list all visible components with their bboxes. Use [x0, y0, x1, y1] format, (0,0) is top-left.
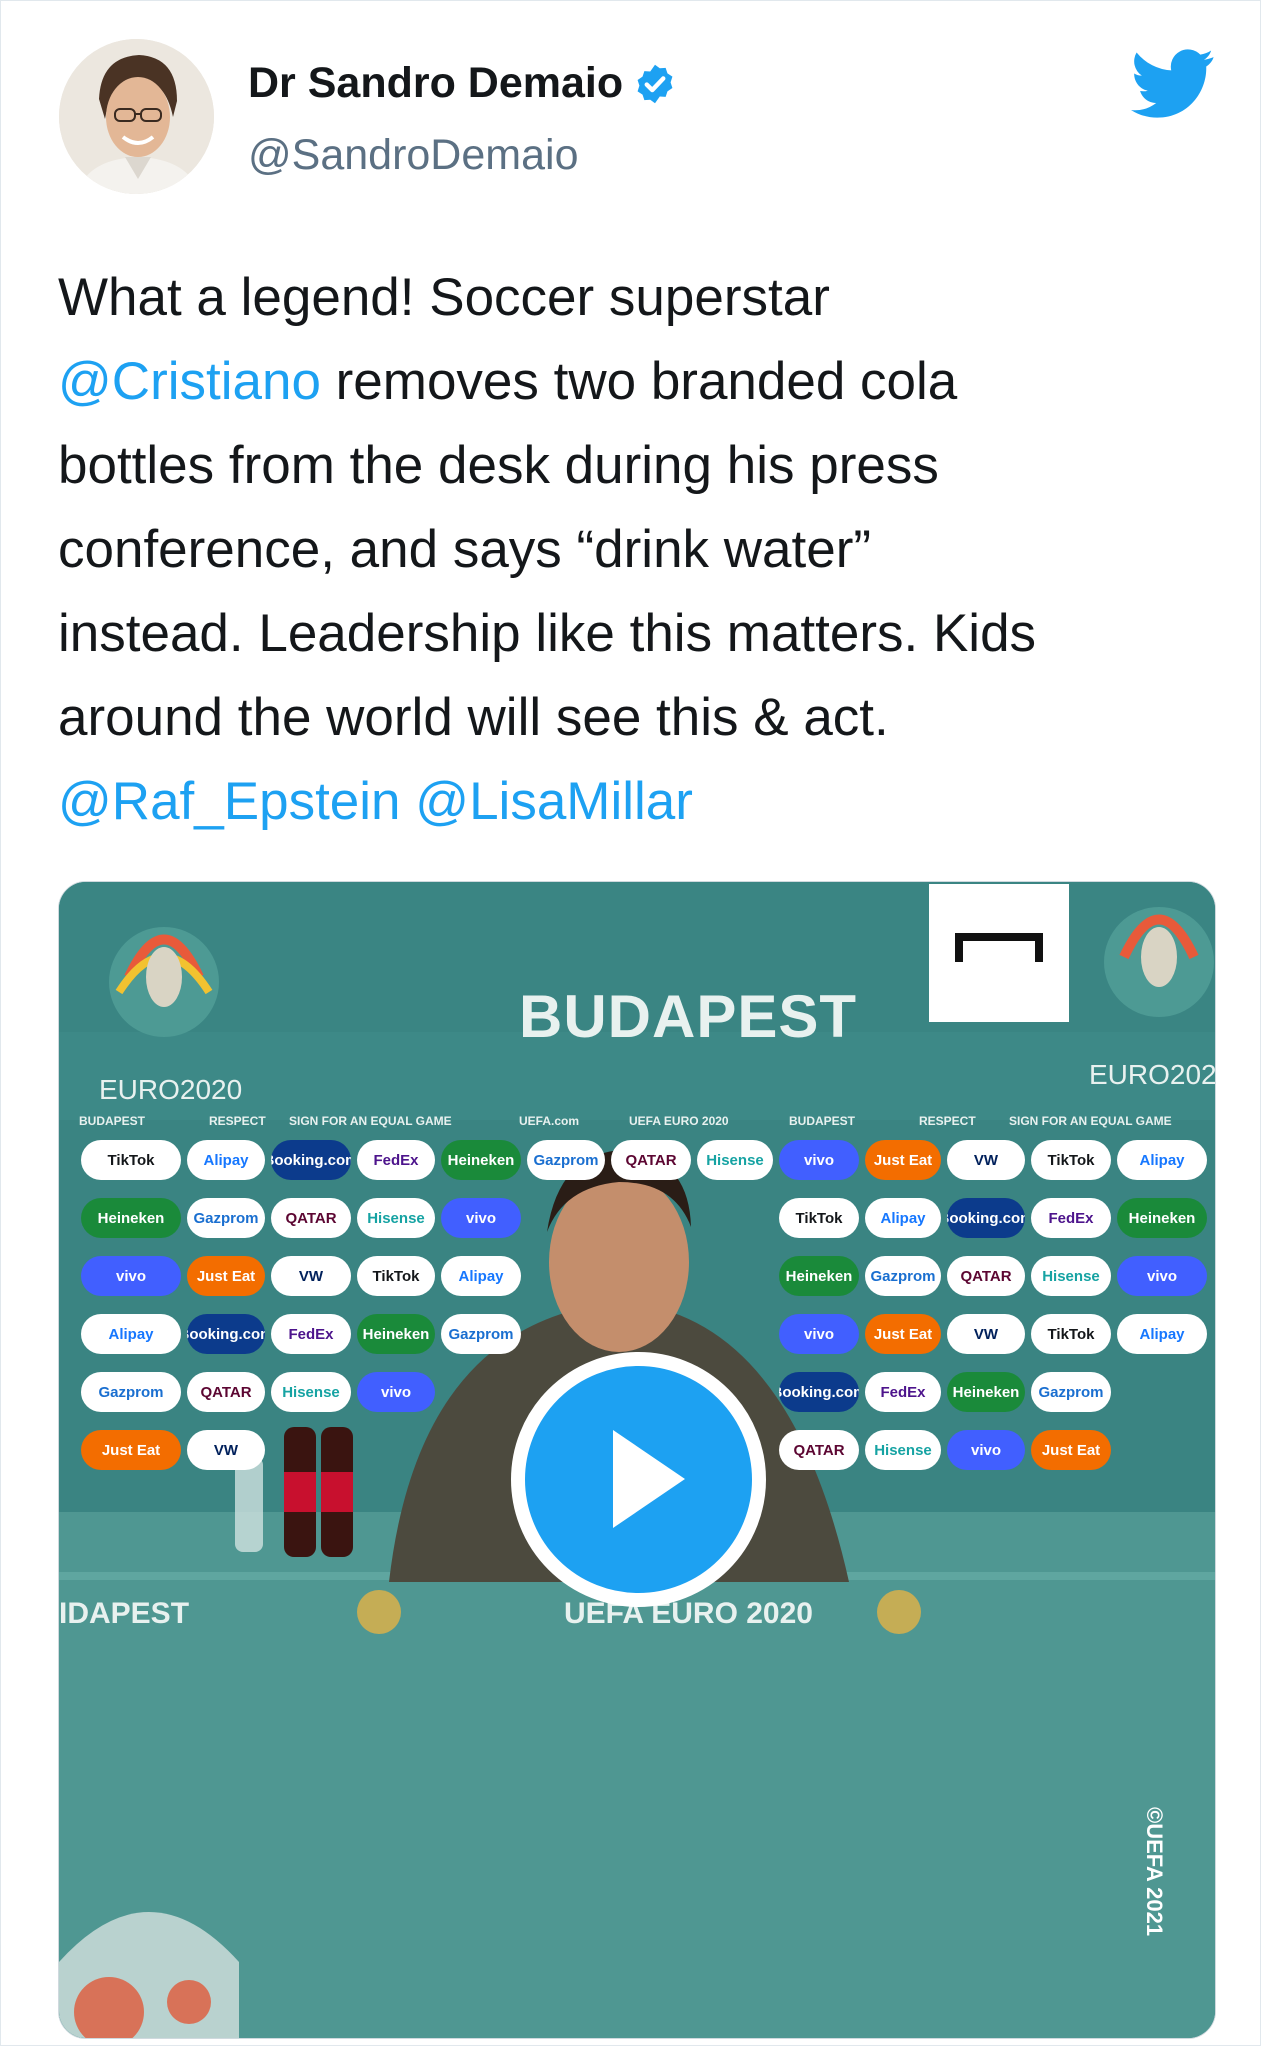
tweet-line-text: removes two branded cola	[320, 352, 958, 411]
sponsor-chip: vivo	[1117, 1256, 1207, 1296]
sponsor-chip: FedEx	[865, 1372, 941, 1412]
sponsor-chip: Hisense	[271, 1372, 351, 1412]
sponsor-chip: Gazprom	[187, 1198, 265, 1238]
sponsor-chip: Gazprom	[865, 1256, 941, 1296]
tweet-line: @Cristiano removes two branded cola	[58, 340, 1218, 424]
video-copyright: ©UEFA 2021	[1142, 1807, 1167, 1937]
sponsor-chip: QATAR	[187, 1372, 265, 1412]
tweet-line: conference, and says “drink water”	[58, 520, 872, 579]
sponsor-chip: QATAR	[611, 1140, 691, 1180]
mention-raf-epstein[interactable]: @Raf_Epstein	[58, 772, 401, 831]
sponsor-chip: Heineken	[947, 1372, 1025, 1412]
sponsor-chip: Alipay	[1117, 1140, 1207, 1180]
sponsor-chip: Gazprom	[81, 1372, 181, 1412]
sponsor-chip: Booking.com	[779, 1372, 859, 1412]
sponsor-chip: Booking.com	[271, 1140, 351, 1180]
video-player[interactable]: BUDAPEST EURO2020 EURO202 BUDAPEST RESPE…	[58, 881, 1216, 2039]
sponsor-chip: Alipay	[865, 1198, 941, 1238]
tweet-line: bottles from the desk during his press	[58, 436, 939, 495]
tweet-line: What a legend! Soccer superstar	[58, 268, 830, 327]
mention-lisa-millar[interactable]: @LisaMillar	[415, 772, 693, 831]
sponsor-chip: Hisense	[697, 1140, 773, 1180]
play-button[interactable]	[511, 1352, 766, 1607]
sponsor-chip: Heineken	[779, 1256, 859, 1296]
sponsor-chip: TikTok	[1031, 1140, 1111, 1180]
sponsor-chip: VW	[271, 1256, 351, 1296]
sponsor-chip: QATAR	[779, 1430, 859, 1470]
tweet-card: Dr Sandro Demaio @SandroDemaio What a le…	[0, 0, 1261, 2046]
sponsor-chip: TikTok	[357, 1256, 435, 1296]
sponsor-chip: Hisense	[357, 1198, 435, 1238]
sponsor-chip: FedEx	[1031, 1198, 1111, 1238]
strip-label: UEFA.com	[519, 1114, 580, 1128]
sponsor-chip: Gazprom	[527, 1140, 605, 1180]
video-euro-right: EURO202	[1089, 1059, 1216, 1090]
trophy-desk-right-icon	[877, 1590, 921, 1634]
mention-cristiano[interactable]: @Cristiano	[58, 352, 321, 411]
sponsor-chip: TikTok	[1031, 1314, 1111, 1354]
twitter-bird-icon[interactable]	[1131, 41, 1215, 125]
strip-label: SIGN FOR AN EQUAL GAME	[289, 1114, 452, 1128]
sponsor-chip: vivo	[441, 1198, 521, 1238]
strip-label: RESPECT	[919, 1114, 976, 1128]
author-name[interactable]: Dr Sandro Demaio	[248, 59, 677, 108]
sponsor-chip: FedEx	[271, 1314, 351, 1354]
trophy-right-icon	[1104, 907, 1214, 1017]
sponsor-chip: TikTok	[779, 1198, 859, 1238]
sponsor-chip: Just Eat	[81, 1430, 181, 1470]
sponsor-chip: Heineken	[357, 1314, 435, 1354]
sponsor-chip: Heineken	[81, 1198, 181, 1238]
trophy-desk-left-icon	[357, 1590, 401, 1634]
sponsor-chip: Just Eat	[187, 1256, 265, 1296]
video-city-label: BUDAPEST	[519, 983, 858, 1050]
sponsor-chip: vivo	[357, 1372, 435, 1412]
sponsor-chip: Booking.com	[947, 1198, 1025, 1238]
sponsor-chip: Just Eat	[865, 1140, 941, 1180]
tweet-line: instead. Leadership like this matters. K…	[58, 604, 1037, 663]
sponsor-chip: Heineken	[1117, 1198, 1207, 1238]
sponsor-chip: vivo	[947, 1430, 1025, 1470]
sponsor-chip: Just Eat	[865, 1314, 941, 1354]
desk-left-label: IDAPEST	[59, 1597, 190, 1630]
sponsor-chip: vivo	[779, 1140, 859, 1180]
author-handle[interactable]: @SandroDemaio	[248, 131, 578, 180]
sponsor-chip: Hisense	[865, 1430, 941, 1470]
sponsor-chip: FedEx	[357, 1140, 435, 1180]
sponsor-chip: Booking.com	[187, 1314, 265, 1354]
sponsor-chip: VW	[187, 1430, 265, 1470]
strip-label: SIGN FOR AN EQUAL GAME	[1009, 1114, 1172, 1128]
sponsor-chip: Just Eat	[1031, 1430, 1111, 1470]
sponsor-chip: Hisense	[1031, 1256, 1111, 1296]
goal-logo-icon	[929, 884, 1069, 1022]
strip-label: BUDAPEST	[79, 1114, 146, 1128]
play-icon	[613, 1430, 685, 1528]
strip-label: BUDAPEST	[789, 1114, 856, 1128]
sponsor-chip: Alipay	[1117, 1314, 1207, 1354]
tweet-text: What a legend! Soccer superstar @Cristia…	[58, 256, 1218, 844]
sponsor-chip: QATAR	[271, 1198, 351, 1238]
sponsor-chip: TikTok	[81, 1140, 181, 1180]
strip-label: RESPECT	[209, 1114, 266, 1128]
strip-label: UEFA EURO 2020	[629, 1114, 729, 1128]
tweet-line: @Raf_Epstein @LisaMillar	[58, 760, 1218, 844]
sponsor-chip: QATAR	[947, 1256, 1025, 1296]
avatar[interactable]	[59, 39, 214, 194]
video-euro-left: EURO2020	[99, 1074, 243, 1105]
author-name-text[interactable]: Dr Sandro Demaio	[248, 59, 623, 108]
sponsor-chip: Heineken	[441, 1140, 521, 1180]
sponsor-chip: Alipay	[187, 1140, 265, 1180]
desk-center-label: UEFA EURO 2020	[564, 1597, 813, 1630]
sponsor-chip: Alipay	[81, 1314, 181, 1354]
trophy-left-icon	[109, 927, 219, 1037]
sponsor-chip: VW	[947, 1140, 1025, 1180]
sponsor-chip: vivo	[779, 1314, 859, 1354]
verified-badge-icon	[637, 64, 673, 103]
sponsor-chip: Gazprom	[1031, 1372, 1111, 1412]
sponsor-chip: Alipay	[441, 1256, 521, 1296]
tweet-line: around the world will see this & act.	[58, 688, 889, 747]
sponsor-chip: vivo	[81, 1256, 181, 1296]
sponsor-chip: Gazprom	[441, 1314, 521, 1354]
sponsor-chip: VW	[947, 1314, 1025, 1354]
